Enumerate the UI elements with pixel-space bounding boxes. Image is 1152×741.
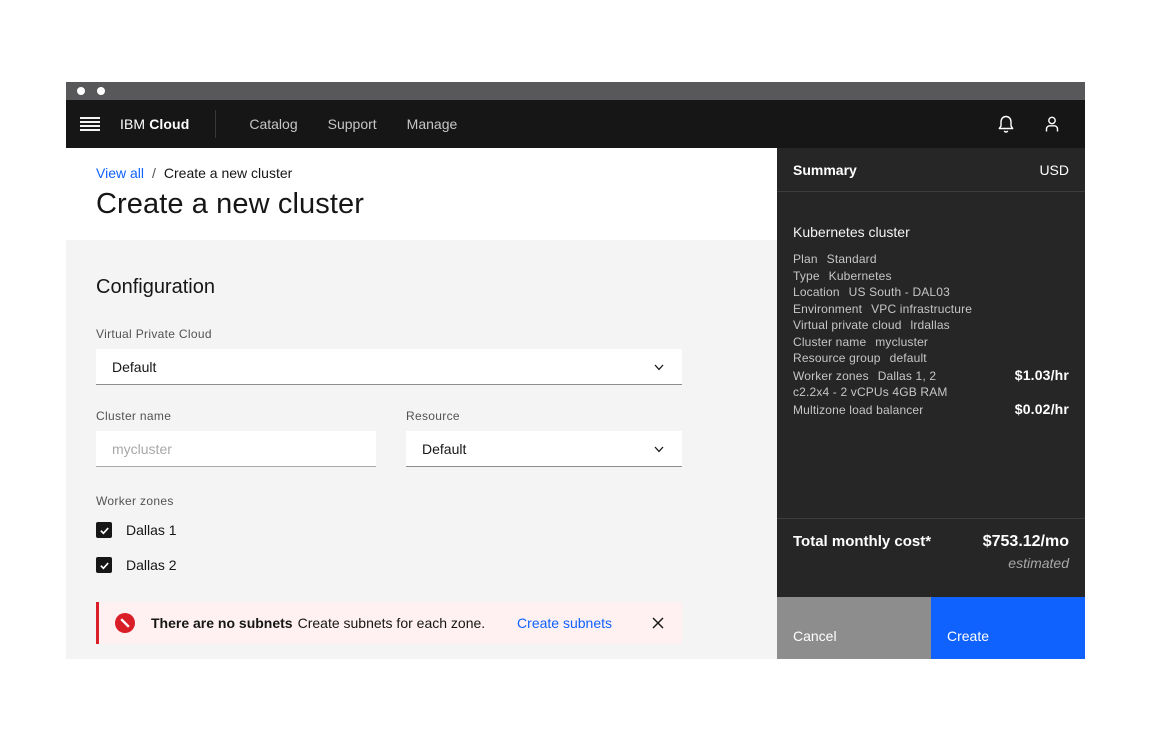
configuration-section: Configuration Virtual Private Cloud Defa… xyxy=(66,240,777,659)
page-title: Create a new cluster xyxy=(96,188,777,221)
summary-detail-row: Virtual private cloudlrdallas xyxy=(793,317,1069,334)
summary-product-name: Kubernetes cluster xyxy=(793,224,1069,240)
breadcrumb-current: Create a new cluster xyxy=(164,165,292,181)
close-icon[interactable] xyxy=(648,613,668,633)
notification-bell-icon[interactable] xyxy=(983,100,1029,148)
summary-title: Summary xyxy=(793,162,857,178)
summary-header: Summary USD xyxy=(777,148,1085,192)
resource-dropdown-value: Default xyxy=(422,441,466,457)
window-control-dot[interactable] xyxy=(97,87,105,95)
breadcrumb-separator: / xyxy=(152,165,156,181)
vpc-label: Virtual Private Cloud xyxy=(96,327,682,341)
header-divider xyxy=(215,110,216,138)
window-control-dot[interactable] xyxy=(77,87,85,95)
page-header: View all / Create a new cluster Create a… xyxy=(66,148,777,240)
summary-detail-row: Resource groupdefault xyxy=(793,350,1069,367)
main-column: View all / Create a new cluster Create a… xyxy=(66,148,777,659)
content-area: View all / Create a new cluster Create a… xyxy=(66,148,1085,659)
brand-logo[interactable]: IBM Cloud xyxy=(120,116,189,132)
notification-subtitle: Create subnets for each zone. xyxy=(298,615,486,631)
worker-zones-label: Worker zones xyxy=(96,494,682,508)
create-button[interactable]: Create xyxy=(931,597,1085,659)
vpc-dropdown[interactable]: Default xyxy=(96,349,682,385)
window-titlebar xyxy=(66,82,1085,100)
summary-total-section: Total monthly cost* $753.12/mo estimated xyxy=(777,518,1085,597)
error-icon xyxy=(115,613,135,633)
summary-detail-row: LocationUS South - DAL03 xyxy=(793,284,1069,301)
app-window: IBM Cloud Catalog Support Manage xyxy=(66,82,1085,659)
total-cost-label: Total monthly cost* xyxy=(793,533,931,550)
chevron-down-icon xyxy=(652,442,666,456)
summary-actions: Cancel Create xyxy=(777,597,1085,659)
checkbox-checked-icon xyxy=(96,522,112,538)
summary-detail-row: c2.2x4 - 2 vCPUs 4GB RAM xyxy=(793,384,1069,401)
worker-zone-label: Dallas 2 xyxy=(126,557,177,573)
brand-suffix: Cloud xyxy=(149,116,189,132)
cluster-name-label: Cluster name xyxy=(96,409,376,423)
summary-detail-row: PlanStandard xyxy=(793,251,1069,268)
summary-detail-row: TypeKubernetes xyxy=(793,268,1069,285)
menu-icon[interactable] xyxy=(66,100,114,148)
breadcrumb-link-view-all[interactable]: View all xyxy=(96,165,144,181)
breadcrumb: View all / Create a new cluster xyxy=(96,165,777,181)
nav-item-support[interactable]: Support xyxy=(313,100,392,148)
summary-detail-row: Worker zonesDallas 1, 2$1.03/hr xyxy=(793,367,1069,385)
app-header: IBM Cloud Catalog Support Manage xyxy=(66,100,1085,148)
price-load-balancer: $0.02/hr xyxy=(1015,401,1069,418)
worker-zone-label: Dallas 1 xyxy=(126,522,177,538)
nav-item-manage[interactable]: Manage xyxy=(392,100,473,148)
resource-label: Resource xyxy=(406,409,682,423)
summary-details: PlanStandard TypeKubernetes LocationUS S… xyxy=(793,251,1069,418)
header-nav: Catalog Support Manage xyxy=(234,100,472,148)
summary-body: Kubernetes cluster PlanStandard TypeKube… xyxy=(777,192,1085,518)
checkbox-checked-icon xyxy=(96,557,112,573)
vpc-dropdown-value: Default xyxy=(112,359,156,375)
chevron-down-icon xyxy=(652,360,666,374)
configuration-heading: Configuration xyxy=(96,276,747,299)
error-notification: There are no subnets Create subnets for … xyxy=(96,602,682,644)
menu-icon-lines xyxy=(80,117,100,131)
summary-currency: USD xyxy=(1039,162,1069,178)
cancel-button[interactable]: Cancel xyxy=(777,597,931,659)
create-subnets-link[interactable]: Create subnets xyxy=(517,615,612,631)
total-cost-value: $753.12/mo xyxy=(983,533,1069,551)
worker-zone-checkbox-dallas-1[interactable]: Dallas 1 xyxy=(96,521,682,539)
resource-dropdown[interactable]: Default xyxy=(406,431,682,467)
nav-item-catalog[interactable]: Catalog xyxy=(234,100,312,148)
worker-zone-checkbox-dallas-2[interactable]: Dallas 2 xyxy=(96,556,682,574)
summary-sidebar: Summary USD Kubernetes cluster PlanStand… xyxy=(777,148,1085,659)
total-cost-note: estimated xyxy=(793,555,1069,571)
summary-detail-row: Multizone load balancer$0.02/hr xyxy=(793,401,1069,419)
cluster-name-input[interactable] xyxy=(96,431,376,467)
price-worker-zones: $1.03/hr xyxy=(1015,367,1069,384)
brand-prefix: IBM xyxy=(120,116,145,132)
user-avatar-icon[interactable] xyxy=(1029,100,1075,148)
summary-detail-row: Cluster namemycluster xyxy=(793,334,1069,351)
notification-title: There are no subnets xyxy=(151,615,293,631)
summary-detail-row: EnvironmentVPC infrastructure xyxy=(793,301,1069,318)
